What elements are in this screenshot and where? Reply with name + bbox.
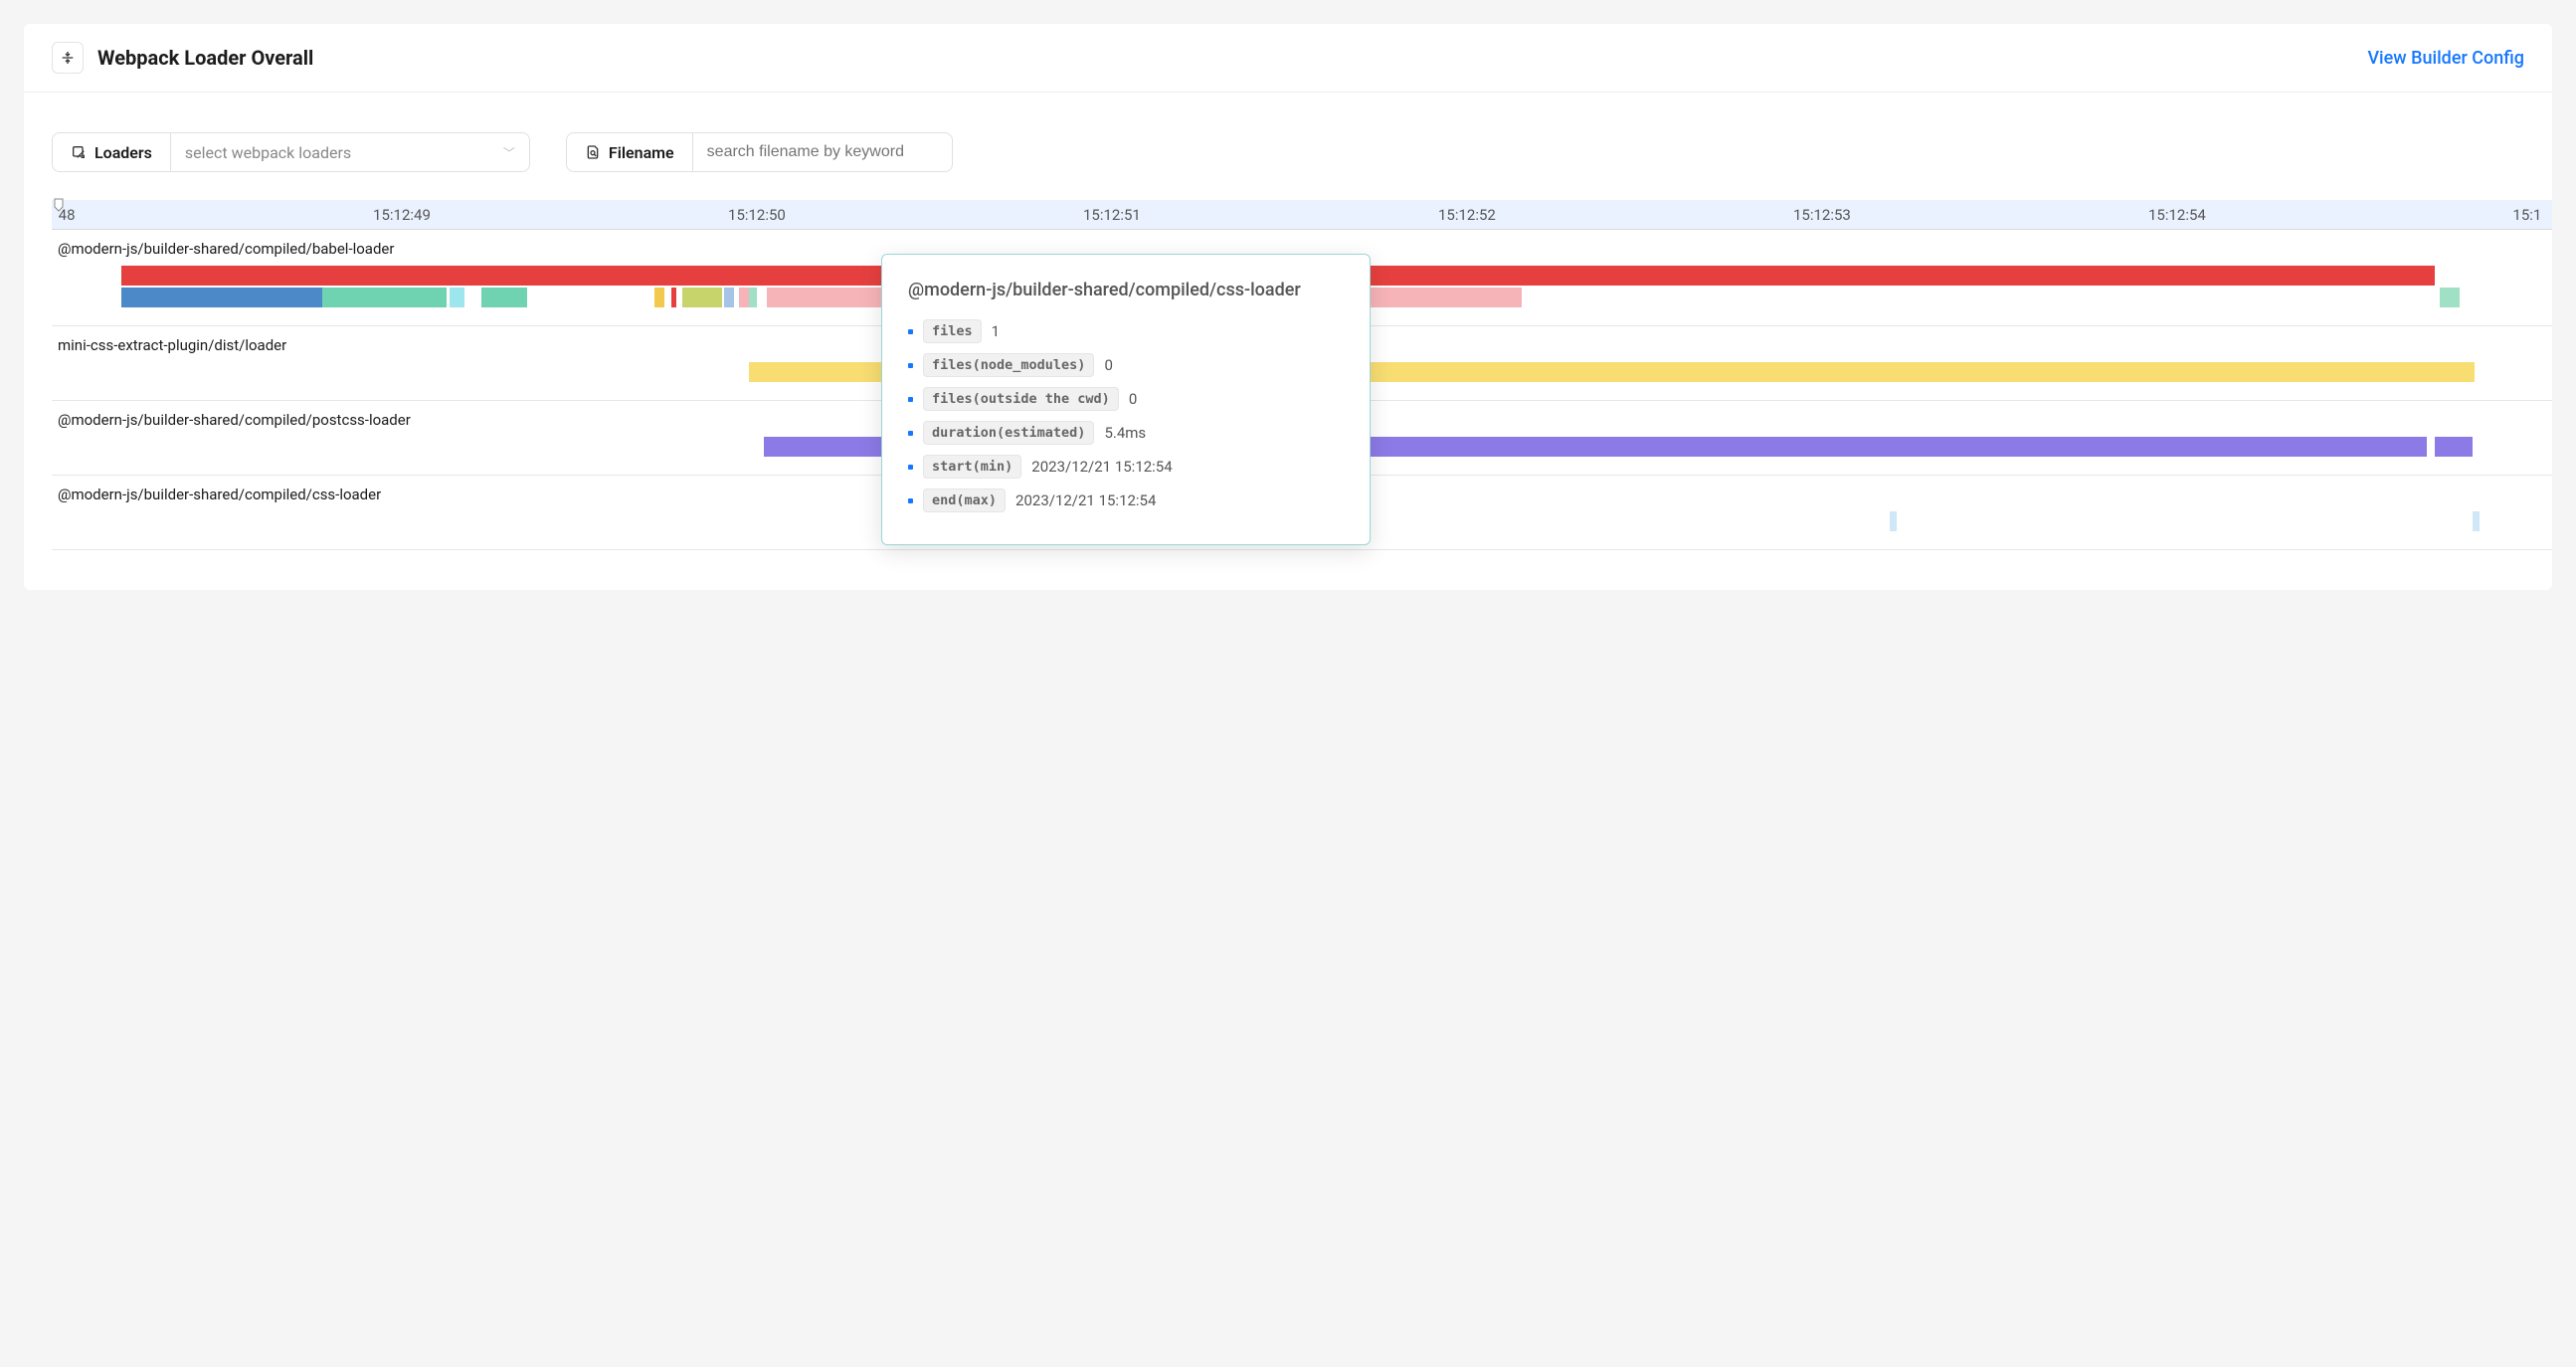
tooltip-row: duration(estimated) 5.4ms bbox=[908, 421, 1344, 445]
timeline-segment[interactable] bbox=[671, 288, 676, 307]
filter-filename-label-text: Filename bbox=[609, 143, 674, 162]
timeline-segment[interactable] bbox=[450, 288, 464, 307]
bullet-icon bbox=[908, 329, 913, 334]
timeline-segment[interactable] bbox=[654, 288, 664, 307]
filter-loaders-label-text: Loaders bbox=[94, 143, 152, 162]
tooltip-key: files(outside the cwd) bbox=[923, 387, 1119, 411]
tooltip-value: 2023/12/21 15:12:54 bbox=[1015, 491, 1156, 509]
file-search-icon bbox=[585, 144, 601, 160]
filters-row: Loaders select webpack loaders ﹀ Filenam… bbox=[24, 93, 2552, 200]
tooltip-key: files bbox=[923, 319, 982, 343]
ruler-tick: 15:12:49 bbox=[373, 206, 431, 224]
main-card: Webpack Loader Overall View Builder Conf… bbox=[24, 24, 2552, 590]
page-title: Webpack Loader Overall bbox=[97, 46, 313, 70]
ruler-tick: 15:12:53 bbox=[1793, 206, 1851, 224]
tooltip-value: 1 bbox=[992, 322, 1000, 340]
view-builder-config-link[interactable]: View Builder Config bbox=[2367, 48, 2524, 69]
timeline-segment[interactable] bbox=[1890, 511, 1898, 531]
card-header: Webpack Loader Overall View Builder Conf… bbox=[24, 24, 2552, 93]
loaders-select[interactable]: select webpack loaders ﹀ bbox=[171, 133, 529, 171]
timeline-segment[interactable] bbox=[2473, 511, 2481, 531]
ruler-tick: 15:1 bbox=[2512, 206, 2541, 224]
chevron-down-icon: ﹀ bbox=[503, 144, 515, 161]
bullet-icon bbox=[908, 498, 913, 503]
tooltip-title: @modern-js/builder-shared/compiled/css-l… bbox=[908, 277, 1344, 303]
loader-icon bbox=[71, 144, 87, 160]
tooltip-row: start(min) 2023/12/21 15:12:54 bbox=[908, 455, 1344, 479]
ruler-tick: 15:12:51 bbox=[1083, 206, 1141, 224]
tooltip-rows: files1files(node_modules)0files(outside … bbox=[908, 319, 1344, 512]
bullet-icon bbox=[908, 397, 913, 402]
ruler-tick: 15:12:52 bbox=[1438, 206, 1496, 224]
tooltip-key: end(max) bbox=[923, 488, 1006, 512]
tooltip-value: 0 bbox=[1129, 390, 1137, 408]
timeline-segment[interactable] bbox=[481, 288, 526, 307]
timeline-segment[interactable] bbox=[121, 288, 321, 307]
filename-input[interactable] bbox=[693, 133, 952, 171]
timeline-segment[interactable] bbox=[749, 288, 757, 307]
timeline-segment[interactable] bbox=[682, 288, 722, 307]
loaders-select-placeholder: select webpack loaders bbox=[185, 143, 351, 162]
timeline: 48 15:12:49 15:12:50 15:12:51 15:12:52 15:12:… bbox=[24, 200, 2552, 590]
timeline-segment[interactable] bbox=[2440, 288, 2460, 307]
ruler-tick: 48 bbox=[59, 206, 76, 224]
tooltip-key: files(node_modules) bbox=[923, 353, 1094, 377]
tooltip-value: 2023/12/21 15:12:54 bbox=[1031, 458, 1172, 476]
bullet-icon bbox=[908, 465, 913, 470]
loader-tooltip: @modern-js/builder-shared/compiled/css-l… bbox=[881, 254, 1371, 545]
collapse-button[interactable] bbox=[52, 42, 84, 74]
filter-filename: Filename bbox=[566, 132, 953, 172]
collapse-icon bbox=[60, 50, 76, 66]
ruler-tick: 15:12:50 bbox=[728, 206, 786, 224]
bullet-icon bbox=[908, 431, 913, 436]
ruler-tick: 15:12:54 bbox=[2148, 206, 2206, 224]
timeline-segment[interactable] bbox=[2435, 437, 2473, 457]
time-ruler[interactable]: 48 15:12:49 15:12:50 15:12:51 15:12:52 15:12:… bbox=[52, 200, 2552, 230]
tooltip-row: files(outside the cwd) 0 bbox=[908, 387, 1344, 411]
tooltip-value: 0 bbox=[1104, 356, 1112, 374]
filter-loaders-label: Loaders bbox=[53, 133, 171, 171]
tooltip-row: files 1 bbox=[908, 319, 1344, 343]
tooltip-key: duration(estimated) bbox=[923, 421, 1094, 445]
card-header-left: Webpack Loader Overall bbox=[52, 42, 313, 74]
timeline-segment[interactable] bbox=[724, 288, 734, 307]
bullet-icon bbox=[908, 363, 913, 368]
tooltip-value: 5.4ms bbox=[1104, 424, 1146, 442]
tooltip-row: end(max) 2023/12/21 15:12:54 bbox=[908, 488, 1344, 512]
tooltip-row: files(node_modules) 0 bbox=[908, 353, 1344, 377]
filter-loaders: Loaders select webpack loaders ﹀ bbox=[52, 132, 530, 172]
filter-filename-label: Filename bbox=[567, 133, 693, 171]
tooltip-key: start(min) bbox=[923, 455, 1021, 479]
timeline-segment[interactable] bbox=[322, 288, 448, 307]
timeline-segment[interactable] bbox=[739, 288, 749, 307]
